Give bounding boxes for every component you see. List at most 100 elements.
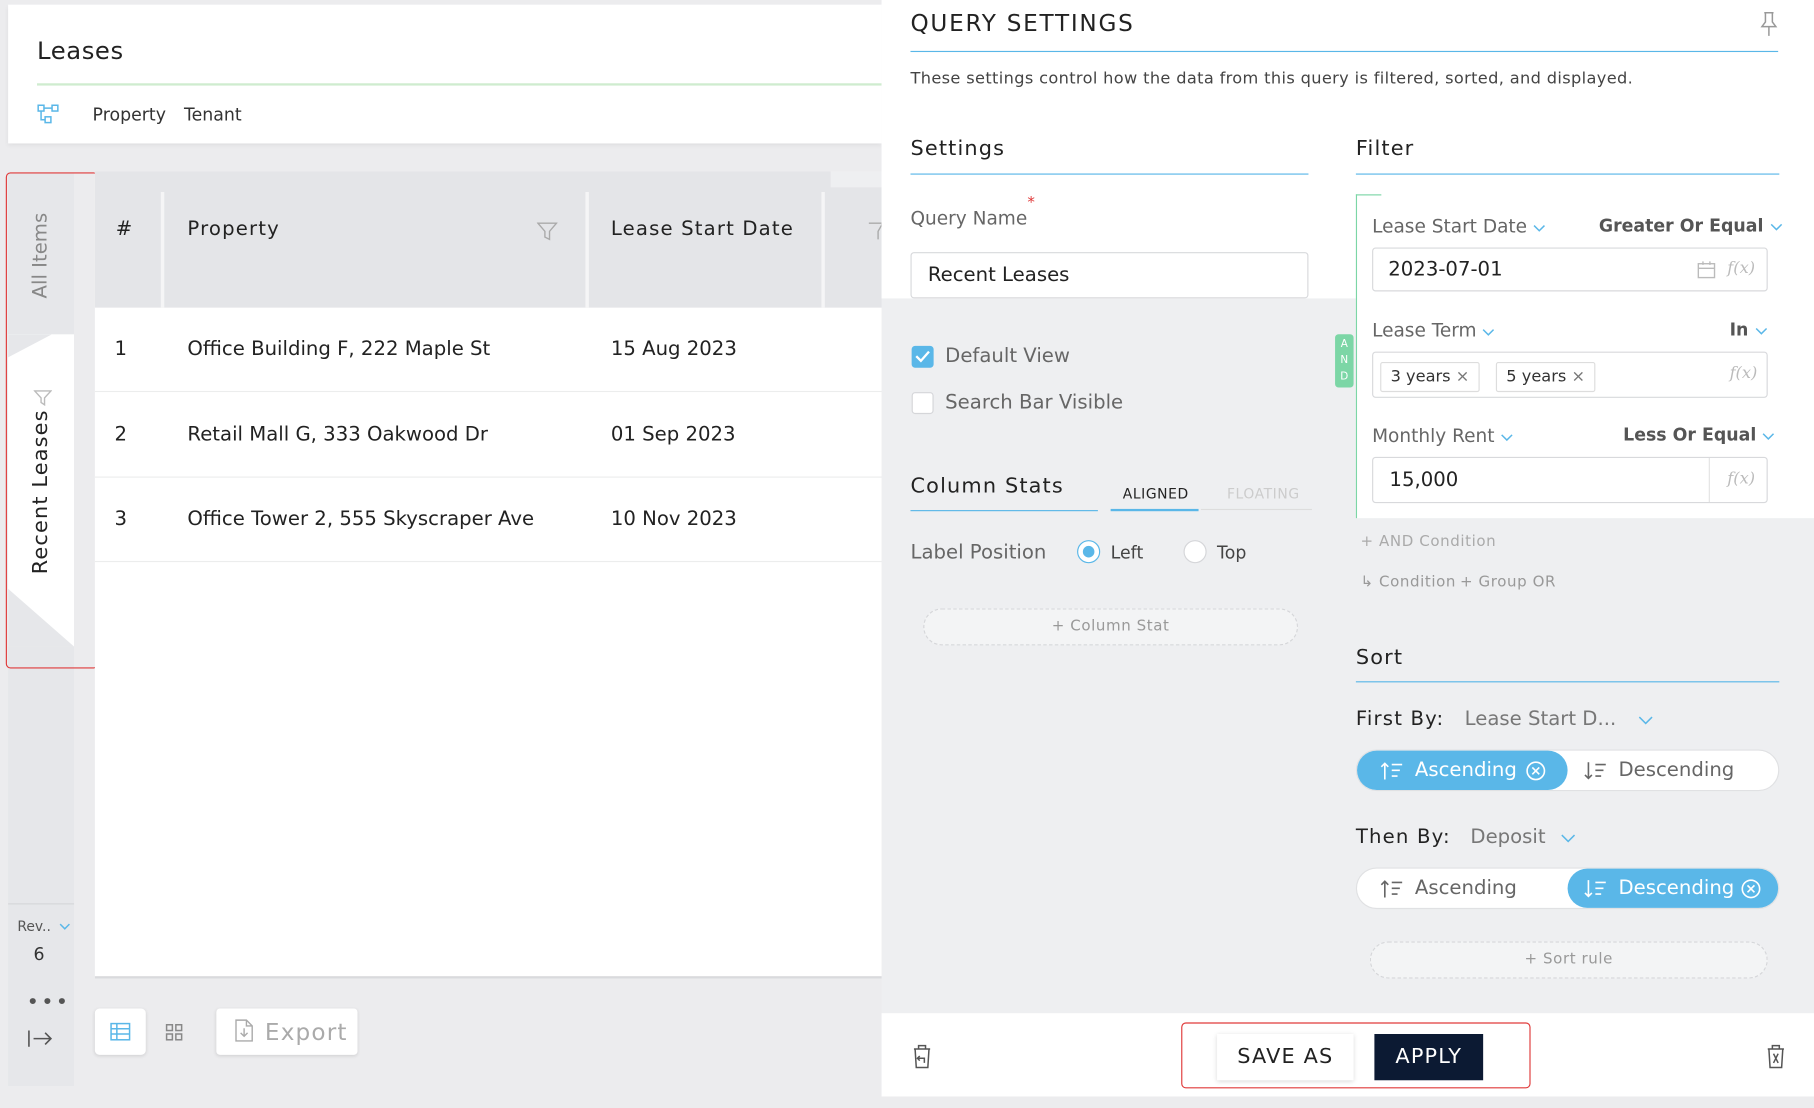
input-separator xyxy=(1708,458,1710,502)
chevron-down-icon xyxy=(1483,329,1495,336)
nav-link-property[interactable]: Property xyxy=(93,104,166,125)
default-view-checkbox[interactable] xyxy=(911,345,934,368)
add-and-condition-button[interactable]: + AND Condition xyxy=(1361,533,1497,550)
then-by-select[interactable]: Deposit xyxy=(1470,826,1576,849)
chevron-down-icon xyxy=(1501,434,1513,442)
query-name-input[interactable]: Recent Leases xyxy=(910,252,1309,299)
formula-icon[interactable]: f(x) xyxy=(1727,470,1755,489)
panel-description: These settings control how the data from… xyxy=(910,69,1634,88)
lease-start-date-input[interactable]: 2023-07-01 f(x) xyxy=(1372,247,1768,292)
column-header-property[interactable]: Property xyxy=(187,217,279,240)
column-filter-icon[interactable] xyxy=(536,222,558,241)
then-by-descending-option[interactable]: Descending xyxy=(1567,868,1779,908)
remove-sort-icon[interactable] xyxy=(1741,879,1761,899)
add-sort-rule-button[interactable]: + Sort rule xyxy=(1369,941,1768,979)
first-by-label: First By: xyxy=(1355,707,1445,731)
pin-icon[interactable] xyxy=(1758,11,1779,37)
cell-number: 1 xyxy=(114,337,128,361)
filter-field-lease-term[interactable]: Lease Term xyxy=(1372,319,1495,341)
table-row[interactable]: 1 Office Building F, 222 Maple St 15 Aug… xyxy=(94,308,884,393)
label-position-top-radio[interactable] xyxy=(1183,540,1207,564)
query-settings-panel: QUERY SETTINGS These settings control ho… xyxy=(881,0,1814,1097)
tab-floating-underline xyxy=(1200,508,1312,511)
sort-descending-icon xyxy=(1584,880,1606,898)
cell-property: Office Tower 2, 555 Skyscraper Ave xyxy=(187,507,535,531)
add-or-condition-button[interactable]: ↳ Condition xyxy=(1361,574,1457,591)
table-row[interactable]: 2 Retail Mall G, 333 Oakwood Dr 01 Sep 2… xyxy=(94,393,884,478)
search-bar-visible-checkbox[interactable] xyxy=(911,392,934,415)
table-row[interactable]: 3 Office Tower 2, 555 Skyscraper Ave 10 … xyxy=(94,478,884,563)
filter-field-lease-start-date[interactable]: Lease Start Date xyxy=(1372,215,1546,237)
column-separator xyxy=(821,191,825,308)
chevron-down-icon xyxy=(1639,716,1654,725)
then-by-direction-toggle: Ascending Descending xyxy=(1355,867,1780,910)
label-position-label: Label Position xyxy=(910,541,1047,565)
lease-start-date-value: 2023-07-01 xyxy=(1388,257,1503,282)
table-view-icon xyxy=(110,1022,131,1041)
then-by-ascending-option[interactable]: Ascending xyxy=(1357,869,1568,908)
remove-chip-icon[interactable]: × xyxy=(1456,368,1470,387)
chevron-down-icon xyxy=(1533,225,1546,232)
column-separator xyxy=(160,191,165,308)
first-by-direction-toggle: Ascending Descending xyxy=(1355,749,1780,792)
grid-view-button[interactable] xyxy=(150,1009,201,1055)
column-header-number[interactable]: # xyxy=(116,217,134,240)
filter-section-title: Filter xyxy=(1355,136,1415,161)
formula-icon[interactable]: f(x) xyxy=(1727,259,1755,278)
export-label: Export xyxy=(264,1017,348,1046)
filter-operator-greater-or-equal[interactable]: Greater Or Equal xyxy=(1599,215,1782,236)
reset-icon[interactable] xyxy=(912,1043,933,1069)
tab-highlight-box xyxy=(5,172,99,669)
add-column-stat-button[interactable]: + Column Stat xyxy=(923,608,1299,646)
panel-title: QUERY SETTINGS xyxy=(910,9,1135,38)
expand-panel-icon[interactable] xyxy=(28,1029,53,1048)
lease-term-input[interactable]: 3 years × 5 years × f(x) xyxy=(1372,351,1768,398)
chevron-down-icon xyxy=(59,923,70,930)
nav-link-tenant[interactable]: Tenant xyxy=(184,104,242,125)
filter-operator-less-or-equal[interactable]: Less Or Equal xyxy=(1623,424,1775,445)
filter-field-monthly-rent[interactable]: Monthly Rent xyxy=(1372,424,1513,446)
leases-table: # Property Lease Start Date 1 Office Bui… xyxy=(94,171,884,979)
filter-divider xyxy=(1355,173,1780,175)
column-header-lease-start-date[interactable]: Lease Start Date xyxy=(611,217,794,240)
sort-divider xyxy=(1355,681,1780,683)
cell-lease-start-date: 15 Aug 2023 xyxy=(610,337,737,361)
remove-sort-icon[interactable] xyxy=(1526,761,1546,781)
label-position-left-radio[interactable] xyxy=(1077,540,1101,564)
header-notch xyxy=(830,171,884,188)
formula-icon[interactable]: f(x) xyxy=(1730,364,1758,383)
first-by-descending-option[interactable]: Descending xyxy=(1570,751,1778,790)
remove-chip-icon[interactable]: × xyxy=(1571,368,1585,387)
calendar-icon[interactable] xyxy=(1697,260,1716,279)
chip-3-years: 3 years × xyxy=(1380,362,1480,393)
first-by-select[interactable]: Lease Start D... xyxy=(1465,708,1654,731)
panel-title-divider xyxy=(910,50,1779,53)
cell-number: 3 xyxy=(114,507,128,531)
more-icon[interactable]: ••• xyxy=(27,990,71,1014)
cell-number: 2 xyxy=(114,423,128,447)
sort-section-title: Sort xyxy=(1355,645,1404,670)
delete-icon[interactable] xyxy=(1765,1043,1786,1069)
filter-operator-in[interactable]: In xyxy=(1730,319,1768,340)
first-by-ascending-option[interactable]: Ascending xyxy=(1357,750,1568,790)
monthly-rent-value: 15,000 xyxy=(1389,468,1459,492)
tab-aligned[interactable]: ALIGNED xyxy=(1111,486,1201,502)
checkmark-icon xyxy=(915,350,930,363)
table-view-button[interactable] xyxy=(94,1008,146,1055)
page-title: Leases xyxy=(37,37,124,65)
query-name-label: Query Name xyxy=(910,207,1028,230)
monthly-rent-input[interactable]: 15,000 f(x) xyxy=(1372,456,1768,504)
tab-floating[interactable]: FLOATING xyxy=(1217,486,1310,502)
settings-section-title: Settings xyxy=(910,136,1006,161)
title-divider xyxy=(37,83,894,86)
export-button[interactable]: Export xyxy=(216,1008,358,1055)
export-file-icon xyxy=(235,1019,253,1042)
chevron-down-icon xyxy=(1770,223,1782,231)
cell-lease-start-date: 10 Nov 2023 xyxy=(610,507,737,531)
tabs-divider xyxy=(8,903,75,905)
hierarchy-icon[interactable] xyxy=(37,104,60,125)
add-or-group-button[interactable]: + Group OR xyxy=(1460,574,1556,591)
revision-selector[interactable]: Rev.. 6 xyxy=(17,918,70,965)
column-stats-title: Column Stats xyxy=(910,474,1064,499)
label-position-top-text: Top xyxy=(1217,542,1247,564)
